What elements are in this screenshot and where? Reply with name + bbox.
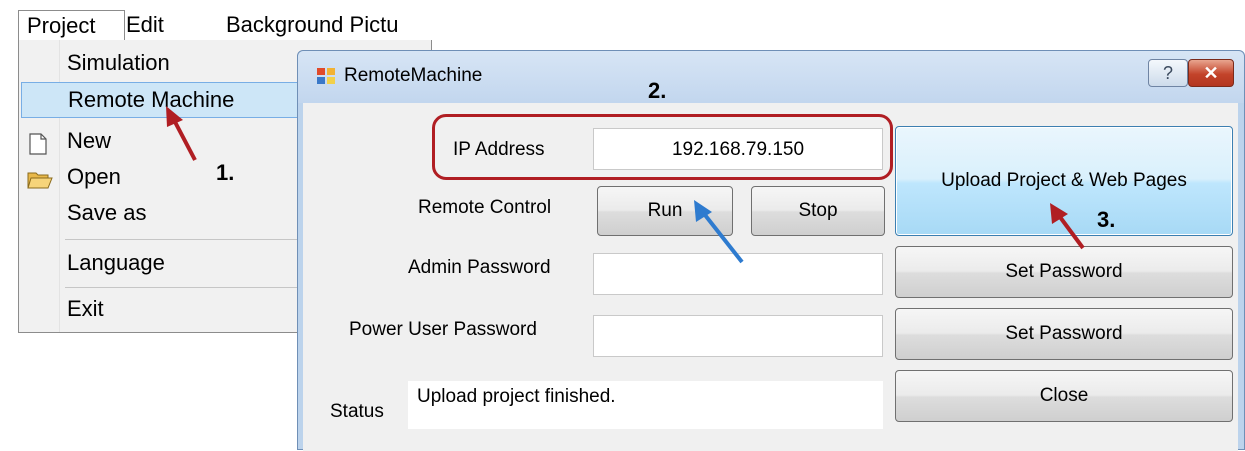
remote-control-label: Remote Control (418, 197, 552, 218)
run-button-label: Run (647, 200, 683, 221)
menu-item-language-label: Language (67, 250, 165, 275)
remote-machine-dialog: RemoteMachine ? ✕ IP Address 192.168.79.… (297, 50, 1245, 451)
new-document-icon (29, 133, 47, 160)
set-admin-password-label: Set Password (1005, 261, 1123, 282)
set-power-user-password-button[interactable]: Set Password (895, 308, 1233, 360)
step-3-label: 3. (1097, 207, 1116, 232)
menu-item-open-label: Open (67, 164, 121, 189)
menu-item-exit-label: Exit (67, 296, 104, 321)
status-label: Status (330, 401, 384, 422)
app-window-icon (316, 67, 336, 90)
set-admin-password-button[interactable]: Set Password (895, 246, 1233, 298)
run-button[interactable]: Run (597, 186, 733, 236)
menu-project[interactable]: Project (18, 10, 125, 42)
power-user-password-label: Power User Password (349, 319, 537, 340)
upload-project-web-pages-button[interactable]: Upload Project & Web Pages (895, 126, 1233, 236)
step-1-label: 1. (216, 160, 235, 185)
menu-background-picture[interactable]: Background Pictu (218, 10, 406, 40)
close-icon: ✕ (1203, 63, 1219, 83)
title-close-button[interactable]: ✕ (1188, 59, 1234, 87)
dialog-title: RemoteMachine (344, 65, 483, 86)
dialog-title-bar[interactable]: RemoteMachine ? ✕ (298, 51, 1244, 103)
power-user-password-input[interactable] (593, 315, 883, 357)
status-value: Upload project finished. (417, 386, 616, 407)
upload-button-label: Upload Project & Web Pages (941, 170, 1187, 191)
close-button[interactable]: Close (895, 370, 1233, 422)
stop-button[interactable]: Stop (751, 186, 885, 236)
open-folder-icon (27, 168, 53, 195)
help-icon: ? (1162, 63, 1173, 83)
menu-item-remote-machine-label: Remote Machine (68, 87, 235, 112)
ip-address-highlight-box (432, 114, 893, 180)
menu-item-simulation-label: Simulation (67, 50, 170, 75)
admin-password-input[interactable] (593, 253, 883, 295)
menu-edit-label: Edit (126, 12, 164, 37)
menu-bar: Project Edit Background Pictu (18, 10, 430, 42)
status-box: Upload project finished. (408, 381, 883, 429)
menu-edit[interactable]: Edit (118, 10, 172, 40)
menu-item-new-label: New (67, 128, 112, 153)
close-button-label: Close (1039, 385, 1089, 406)
help-button[interactable]: ? (1148, 59, 1188, 87)
stop-button-label: Stop (798, 200, 838, 221)
menu-project-label: Project (27, 13, 96, 38)
menu-item-save-as-label: Save as (67, 200, 147, 225)
menu-background-picture-label: Background Pictu (226, 12, 399, 37)
set-power-user-password-label: Set Password (1005, 323, 1123, 344)
step-2-label: 2. (648, 78, 667, 103)
admin-password-label: Admin Password (408, 257, 551, 278)
